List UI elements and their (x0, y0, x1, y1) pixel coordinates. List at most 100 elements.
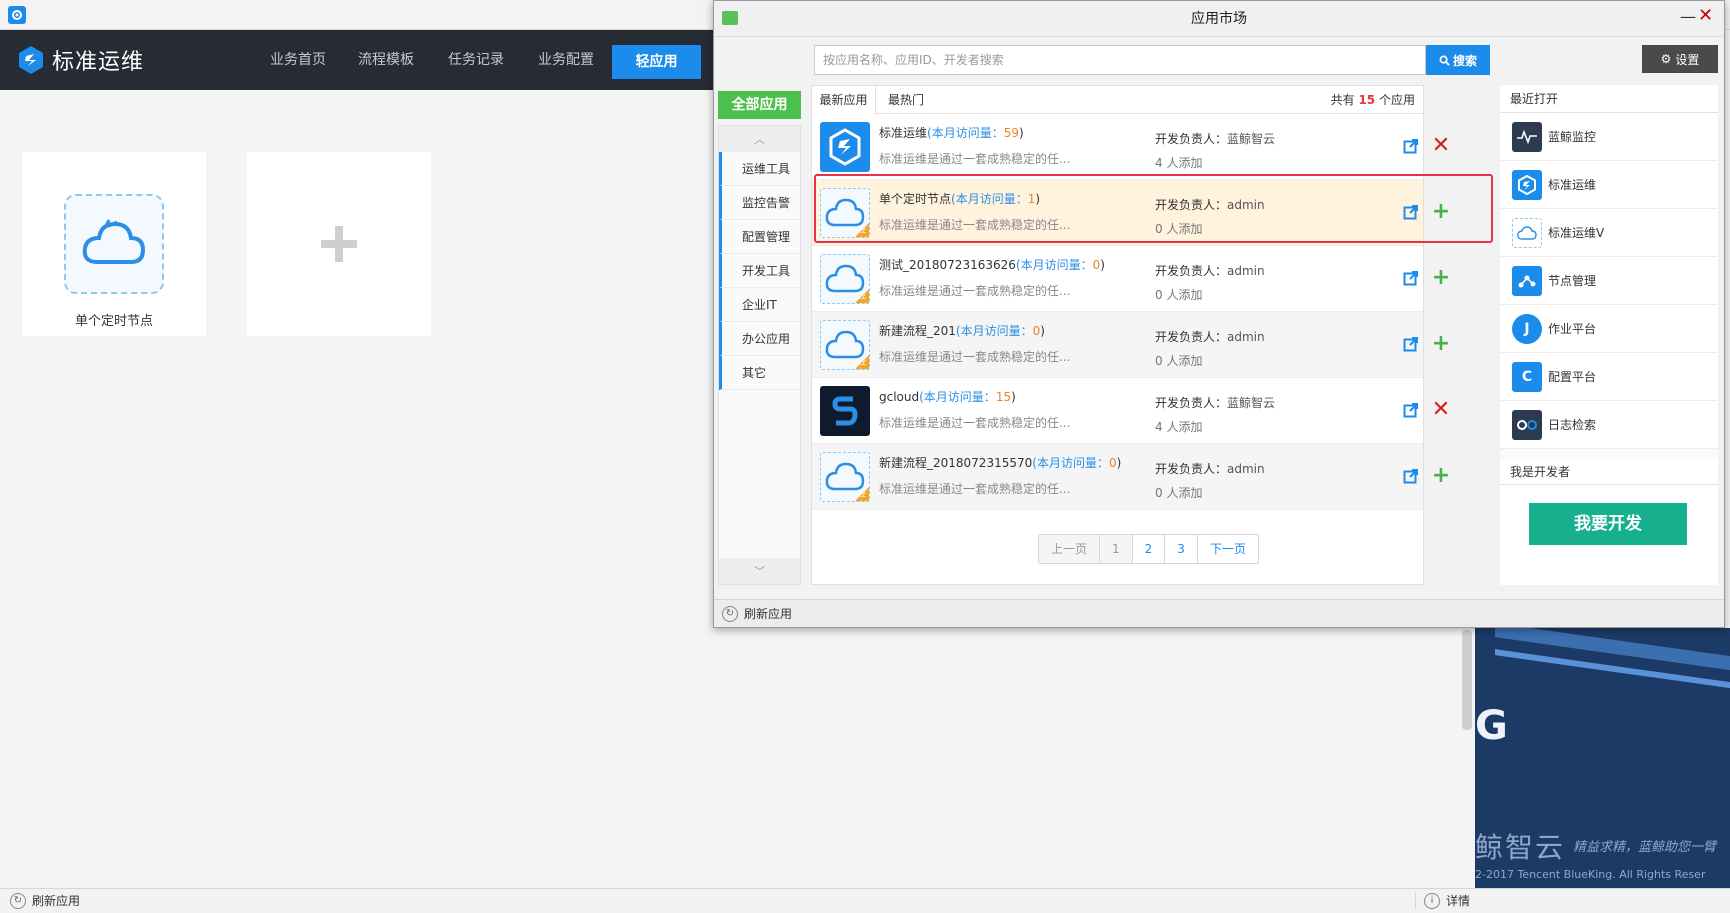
all-apps-button[interactable]: 全部应用 (718, 91, 801, 119)
app-count: 共有 15 个应用 (1331, 86, 1415, 114)
gear-icon: ⚙ (1660, 52, 1672, 66)
open-external-icon[interactable] (1403, 270, 1419, 286)
app-added-count: 4 人添加 (1155, 420, 1203, 434)
app-description: 标准运维是通过一套成熟稳定的任... (879, 416, 1071, 430)
category-monitoring[interactable]: 监控告警 (719, 186, 800, 220)
cloud-icon (1512, 217, 1542, 248)
recent-item-job-platform[interactable]: J 作业平台 (1500, 305, 1718, 353)
category-config[interactable]: 配置管理 (719, 220, 800, 254)
cloud-icon: 轻 (820, 320, 870, 370)
add-icon[interactable]: + (1431, 267, 1451, 289)
standard-ops-icon (820, 122, 870, 172)
refresh-label: 刷新应用 (744, 607, 793, 621)
app-name[interactable]: gcloud(本月访问量：15) (879, 388, 1016, 405)
recent-label: 配置平台 (1548, 370, 1597, 384)
search-input[interactable]: 按应用名称、应用ID、开发者搜索 (814, 45, 1426, 75)
market-title: 应用市场 (1191, 11, 1247, 27)
app-developer: 开发负责人：admin (1155, 264, 1265, 278)
recent-item-standard-ops-v[interactable]: 标准运维V (1500, 209, 1718, 257)
tile-label: 单个定时节点 (74, 314, 153, 329)
nav-light-app-button[interactable]: 轻应用 (612, 45, 701, 79)
app-tile[interactable]: 单个定时节点 (22, 152, 206, 336)
recent-item-node-mgmt[interactable]: 节点管理 (1500, 257, 1718, 305)
close-icon[interactable]: ✕ (1698, 5, 1713, 26)
detail-label: 详情 (1446, 894, 1471, 908)
app-row[interactable]: 轻 新建流程_2018072315570(本月访问量：0) 标准运维是通过一套成… (812, 444, 1450, 510)
recent-item-standard-ops[interactable]: 标准运维 (1500, 161, 1718, 209)
app-row[interactable]: 标准运维(本月访问量：59) 标准运维是通过一套成熟稳定的任... 开发负责人：… (812, 114, 1450, 180)
app-row[interactable]: gcloud(本月访问量：15) 标准运维是通过一套成熟稳定的任... 开发负责… (812, 378, 1450, 444)
add-tile[interactable] (247, 152, 431, 336)
search-button[interactable]: 搜索 (1426, 45, 1490, 75)
app-description: 标准运维是通过一套成熟稳定的任... (879, 152, 1071, 166)
standard-ops-icon (1512, 169, 1542, 200)
open-external-icon[interactable] (1403, 402, 1419, 418)
recent-title: 最近打开 (1500, 85, 1718, 113)
refresh-icon: ↻ (10, 892, 26, 909)
bottom-bar: ↻ 刷新应用 i 详情 (0, 888, 1730, 913)
scrollbar[interactable] (1462, 630, 1472, 730)
category-dev-tools[interactable]: 开发工具 (719, 254, 800, 288)
search-icon (1439, 55, 1450, 66)
app-name[interactable]: 标准运维(本月访问量：59) (879, 124, 1024, 141)
page-2-button[interactable]: 2 (1133, 535, 1166, 563)
count-number: 15 (1358, 93, 1376, 107)
remove-icon[interactable]: ✕ (1431, 399, 1451, 421)
recent-item-config-platform[interactable]: C 配置平台 (1500, 353, 1718, 401)
refresh-apps-button[interactable]: ↻ 刷新应用 (722, 605, 792, 622)
app-developer: 开发负责人：admin (1155, 330, 1265, 344)
developer-title: 我是开发者 (1500, 459, 1718, 485)
app-developer: 开发负责人：蓝鲸智云 (1155, 396, 1276, 410)
log-search-icon (1512, 409, 1542, 440)
pagination: 上一页 1 2 3 下一页 (1038, 534, 1259, 564)
chevron-up-icon[interactable]: ︿ (719, 126, 800, 152)
app-row[interactable]: 轻 新建流程_201(本月访问量：0) 标准运维是通过一套成熟稳定的任... 开… (812, 312, 1450, 378)
add-icon[interactable]: + (1431, 465, 1451, 487)
category-office[interactable]: 办公应用 (719, 322, 800, 356)
app-name[interactable]: 测试_20180723163626(本月访问量：0) (879, 256, 1105, 273)
open-external-icon[interactable] (1403, 138, 1419, 154)
app-added-count: 0 人添加 (1155, 486, 1203, 500)
recent-item-monitor[interactable]: 蓝鲸监控 (1500, 113, 1718, 161)
add-icon[interactable]: + (1431, 333, 1451, 355)
cloud-icon: 轻 (820, 254, 870, 304)
detail-button[interactable]: i 详情 (1415, 892, 1470, 909)
app-added-count: 0 人添加 (1155, 288, 1203, 302)
minimize-icon[interactable]: — (1680, 7, 1696, 26)
page-1-button[interactable]: 1 (1100, 535, 1133, 563)
logo-icon (16, 45, 46, 75)
nav-templates[interactable]: 流程模板 (358, 30, 414, 90)
prev-page-button[interactable]: 上一页 (1039, 535, 1101, 563)
settings-button[interactable]: ⚙ 设置 (1642, 45, 1718, 73)
open-external-icon[interactable] (1403, 468, 1419, 484)
refresh-label: 刷新应用 (32, 894, 81, 908)
monitor-icon (1512, 121, 1542, 152)
open-external-icon[interactable] (1403, 336, 1419, 352)
tab-hottest[interactable]: 最热门 (888, 86, 924, 114)
app-row[interactable]: 轻 测试_20180723163626(本月访问量：0) 标准运维是通过一套成熟… (812, 246, 1450, 312)
next-page-button[interactable]: 下一页 (1198, 535, 1258, 563)
job-icon: J (1512, 313, 1542, 344)
logo[interactable]: 标准运维 (16, 44, 144, 76)
nav-task-records[interactable]: 任务记录 (448, 30, 504, 90)
list-tabs: 最新应用 最热门 共有 15 个应用 (812, 86, 1423, 114)
become-developer-button[interactable]: 我要开发 (1529, 503, 1687, 545)
app-gear-icon (8, 6, 26, 24)
page-3-button[interactable]: 3 (1165, 535, 1198, 563)
refresh-icon: ↻ (722, 605, 738, 622)
recent-label: 节点管理 (1548, 274, 1597, 288)
category-enterprise-it[interactable]: 企业IT (719, 288, 800, 322)
remove-icon[interactable]: ✕ (1431, 135, 1451, 157)
category-other[interactable]: 其它 (719, 356, 800, 390)
recent-item-log-search[interactable]: 日志检索 (1500, 401, 1718, 449)
refresh-apps-button[interactable]: ↻ 刷新应用 (10, 892, 80, 909)
app-name[interactable]: 新建流程_201(本月访问量：0) (879, 322, 1045, 339)
nav-business-config[interactable]: 业务配置 (538, 30, 594, 90)
chevron-down-icon[interactable]: ﹀ (719, 558, 800, 584)
nav-home[interactable]: 业务首页 (270, 30, 326, 90)
recent-label: 标准运维V (1548, 226, 1605, 240)
category-ops-tools[interactable]: 运维工具 (719, 152, 800, 186)
tab-newest[interactable]: 最新应用 (812, 86, 876, 114)
app-name[interactable]: 新建流程_2018072315570(本月访问量：0) (879, 454, 1121, 471)
app-description: 标准运维是通过一套成熟稳定的任... (879, 284, 1071, 298)
